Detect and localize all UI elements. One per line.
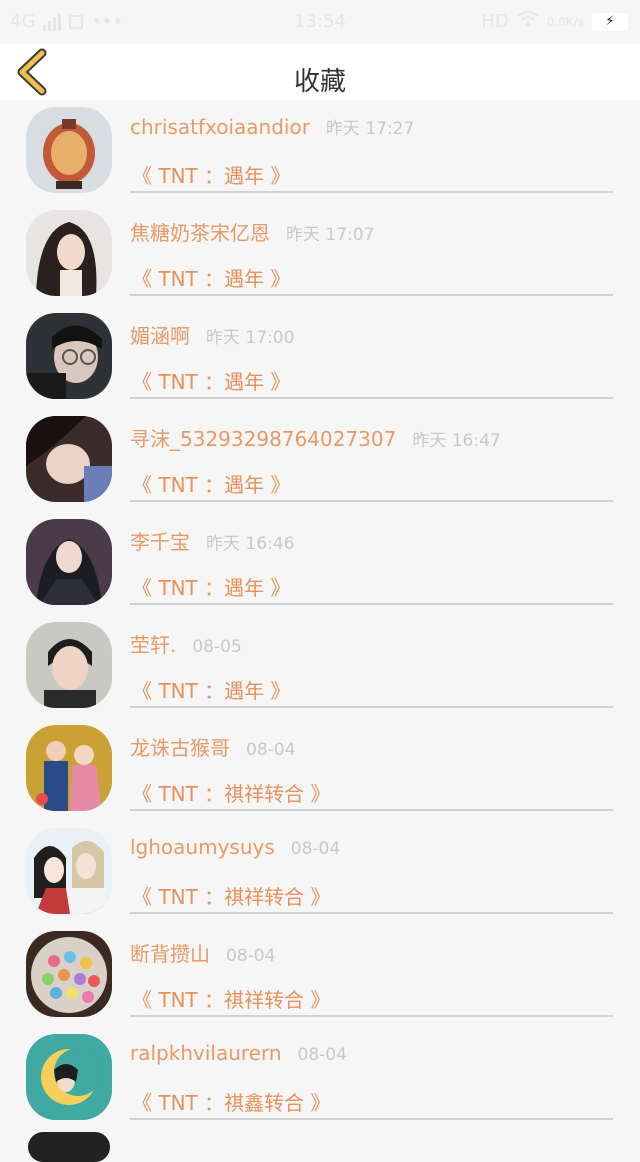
list-item[interactable]: 茔轩. 08-05 《 TNT ：遇年 》 (0, 615, 640, 718)
work-title-link[interactable]: 《 TNT ：遇年 》 (132, 675, 290, 704)
user-name: chrisatfxoiaandior 昨天 17:27 (130, 114, 414, 139)
timestamp: 昨天 17:27 (325, 119, 415, 139)
divider (130, 500, 613, 502)
timestamp: 昨天 16:46 (206, 534, 295, 554)
user-name: 李千宝 昨天 16:46 (130, 526, 294, 555)
work-title-link[interactable]: 《 TNT ：祺祥转合 》 (132, 984, 330, 1013)
list-item[interactable]: 寻沫_53293298764027307 昨天 16:47 《 TNT ：遇年 》 (0, 409, 640, 512)
list-item[interactable]: lghoaumysuys 08-04 《 TNT ：祺祥转合 》 (0, 821, 640, 924)
wifi-icon (517, 11, 539, 32)
divider (130, 294, 613, 296)
sleeping-avatar[interactable] (26, 416, 112, 502)
timestamp: 08-04 (297, 1045, 347, 1065)
anime-avatar[interactable] (26, 828, 112, 914)
costume-avatar[interactable] (26, 519, 112, 605)
divider (130, 397, 613, 399)
divider (130, 809, 613, 811)
list-item[interactable]: chrisatfxoiaandior 昨天 17:27 《 TNT ：遇年 》 (0, 100, 640, 203)
work-title-link[interactable]: 《 TNT ：祺祥转合 》 (132, 778, 330, 807)
work-title-link[interactable]: 《 TNT ：遇年 》 (132, 572, 290, 601)
vase-avatar[interactable] (26, 107, 112, 193)
girl-avatar[interactable] (26, 210, 112, 296)
work-title-link[interactable]: 《 TNT ：遇年 》 (132, 469, 290, 498)
timestamp: 昨天 17:07 (286, 225, 375, 245)
chevron-left-icon (17, 48, 47, 96)
hd-label: HD (481, 11, 509, 32)
user-name-text: 龙诛古猴哥 (130, 736, 230, 760)
divider (130, 706, 613, 708)
divider (130, 912, 613, 914)
user-name-text: 媚涵啊 (130, 324, 190, 348)
glasses-avatar[interactable] (26, 313, 112, 399)
work-title-link[interactable]: 《 TNT ：祺鑫转合 》 (132, 1087, 330, 1116)
divider (130, 191, 613, 193)
user-name: 媚涵啊 昨天 17:00 (130, 320, 294, 349)
list-item[interactable]: ralpkhvilaurern 08-04 《 TNT ：祺鑫转合 》 (0, 1027, 640, 1130)
timestamp: 08-04 (226, 946, 276, 966)
boy-avatar[interactable] (26, 622, 112, 708)
timestamp: 08-04 (290, 839, 341, 859)
user-name: 焦糖奶茶宋亿恩 昨天 17:07 (130, 217, 374, 246)
timestamp: 08-04 (246, 740, 296, 760)
status-bar-right: HD 0.0K/s ⚡ (481, 11, 628, 32)
list-item[interactable]: 李千宝 昨天 16:46 《 TNT ：遇年 》 (0, 512, 640, 615)
work-title-link[interactable]: 《 TNT ：遇年 》 (132, 263, 290, 292)
moon-avatar[interactable] (26, 1034, 112, 1120)
timestamp: 昨天 17:00 (206, 328, 295, 348)
divider (130, 1118, 613, 1120)
user-name-text: lghoaumysuys (130, 835, 275, 859)
user-name: 断背攒山 08-04 (130, 938, 275, 967)
couple-avatar[interactable] (26, 725, 112, 811)
user-name-text: 焦糖奶茶宋亿恩 (130, 221, 270, 245)
list-item[interactable]: 媚涵啊 昨天 17:00 《 TNT ：遇年 》 (0, 306, 640, 409)
user-name: lghoaumysuys 08-04 (130, 835, 340, 859)
user-name-text: ralpkhvilaurern (130, 1041, 282, 1065)
user-name: 茔轩. 08-05 (130, 629, 242, 658)
next-avatar-partial (28, 1132, 110, 1162)
user-name-text: 寻沫_53293298764027307 (130, 427, 397, 451)
list-item[interactable]: 龙诛古猴哥 08-04 《 TNT ：祺祥转合 》 (0, 718, 640, 821)
list-item[interactable]: 断背攒山 08-04 《 TNT ：祺祥转合 》 (0, 924, 640, 1027)
user-name: 龙诛古猴哥 08-04 (130, 732, 295, 761)
divider (130, 603, 613, 605)
timestamp: 08-05 (192, 637, 242, 657)
user-name-text: 李千宝 (130, 530, 190, 554)
divider (130, 1015, 613, 1017)
page-title: 收藏 (293, 67, 346, 97)
battery-icon: ⚡ (592, 12, 628, 31)
user-name: ralpkhvilaurern 08-04 (130, 1041, 347, 1065)
user-name-text: chrisatfxoiaandior (130, 115, 310, 139)
candy-avatar[interactable] (26, 931, 112, 1017)
timestamp: 昨天 16:47 (412, 431, 501, 451)
user-name-text: 茔轩. (130, 633, 177, 657)
work-title-link[interactable]: 《 TNT ：遇年 》 (132, 160, 290, 189)
work-title-link[interactable]: 《 TNT ：遇年 》 (132, 366, 290, 395)
list-item[interactable]: 焦糖奶茶宋亿恩 昨天 17:07 《 TNT ：遇年 》 (0, 203, 640, 306)
status-bar: 4G ••• 13:54 HD 0.0K/s ⚡ (0, 0, 640, 44)
header: 收藏 (0, 44, 640, 100)
user-name-text: 断背攒山 (130, 942, 210, 966)
back-button[interactable] (14, 48, 54, 96)
user-name: 寻沫_53293298764027307 昨天 16:47 (130, 423, 501, 452)
work-title-link[interactable]: 《 TNT ：祺祥转合 》 (132, 881, 330, 910)
speed-label: 0.0K/s (546, 14, 584, 29)
